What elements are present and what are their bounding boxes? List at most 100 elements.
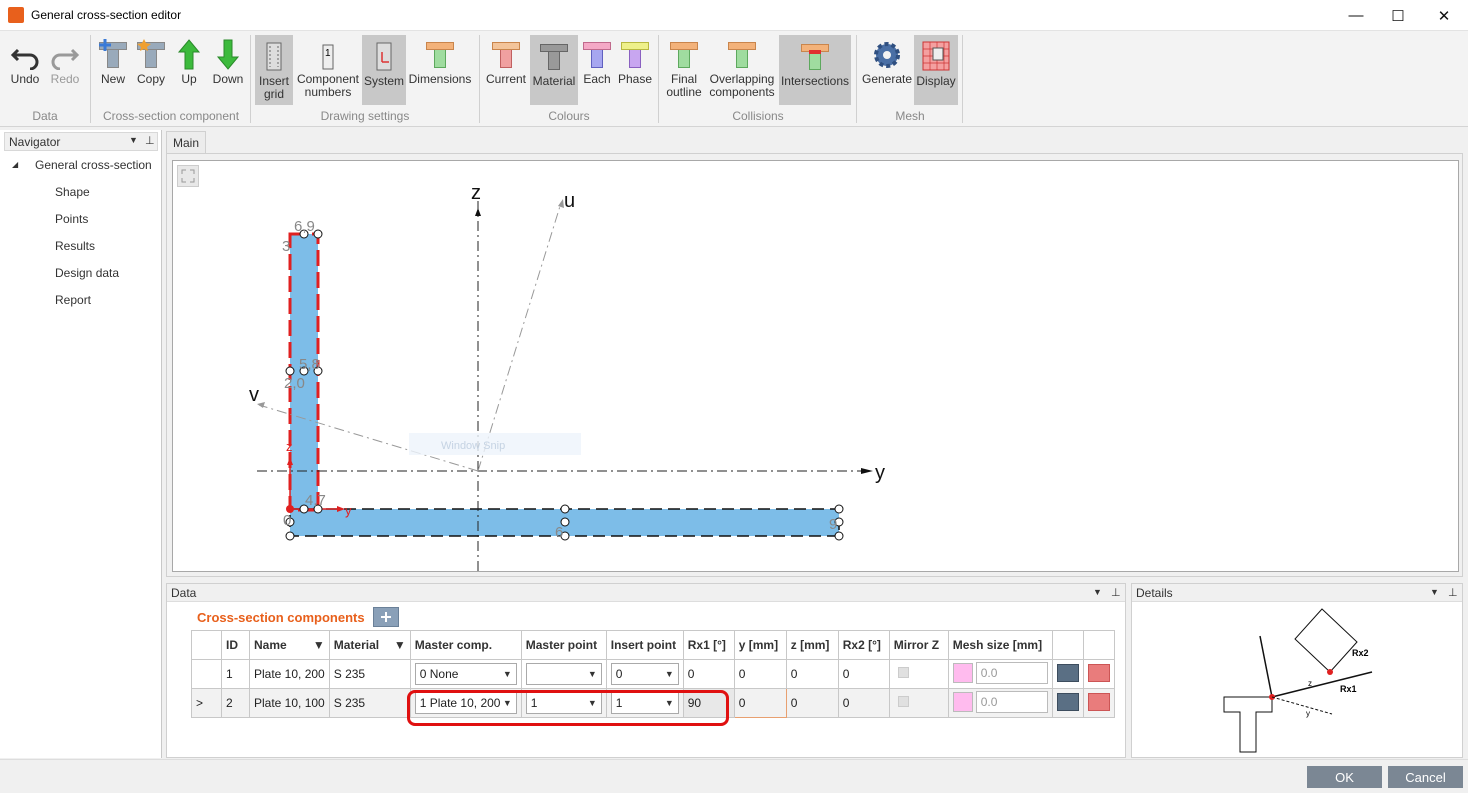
close-button[interactable]: ✕ [1421,0,1467,31]
master-comp-select[interactable]: 0 None ▼ [414,663,517,685]
insert-grid-button[interactable]: Insert grid [255,35,293,105]
cell-z[interactable]: 0 [785,659,839,689]
chevron-down-icon: ▼ [587,669,597,679]
colour-current-button[interactable]: Current [484,33,528,103]
system-button[interactable]: System [362,35,406,105]
colour-phase-button[interactable]: Phase [616,33,654,103]
col-y[interactable]: y [mm] [733,630,787,660]
down-button[interactable]: Down [210,33,246,103]
col-z[interactable]: z [mm] [785,630,839,660]
col-rx1[interactable]: Rx1 [°] [682,630,735,660]
mirror-z-checkbox[interactable] [897,667,909,678]
highlight-annotation [407,690,729,726]
cell-insert-point[interactable]: 0 ▼ [605,659,684,689]
edit-icon[interactable] [1056,692,1079,711]
cell-master-comp[interactable]: 0 None ▼ [409,659,522,689]
row-marker[interactable]: > [191,688,222,718]
mesh-size-input[interactable]: 0.0 [975,691,1048,713]
nav-item-general-cross-section[interactable]: General cross-section [35,158,152,172]
col-master-point[interactable]: Master point [520,630,607,660]
mirror-z-checkbox[interactable] [897,696,909,707]
colour-material-button[interactable]: Material [530,35,578,105]
cell-delete[interactable] [1082,688,1115,718]
insert-point-select[interactable]: 0 ▼ [610,663,679,685]
drawing-canvas[interactable]: Window Snip z y u v 6,9 3 5,8 2,0 4,7 0 … [172,160,1459,572]
cell-name[interactable]: Plate 10, 100 [249,688,330,718]
col-mirror-z[interactable]: Mirror Z [888,630,949,660]
new-button[interactable]: New [96,33,130,103]
cell-y[interactable]: 0 [733,688,787,718]
dropdown-icon[interactable]: ▼ [1093,587,1102,597]
edit-icon[interactable] [1056,663,1079,682]
mesh-grid-icon[interactable] [952,663,973,683]
cell-material[interactable]: S 235 [328,688,411,718]
component-numbers-button[interactable]: 1 Component numbers [296,33,360,103]
cell-mirror-z[interactable] [888,659,949,689]
col-id[interactable]: ID [221,630,250,660]
intersections-button[interactable]: Intersections [779,35,851,105]
cell-master-point[interactable]: ▼ [520,659,607,689]
col-material[interactable]: Material ▼ [328,630,411,660]
mesh-display-icon [921,40,951,72]
minimize-button[interactable]: — [1333,0,1379,31]
add-component-button[interactable] [373,607,399,627]
cell-mirror-z[interactable] [888,688,949,718]
final-outline-button[interactable]: Final outline [663,33,705,103]
mesh-grid-icon[interactable] [952,692,973,712]
pin-icon[interactable]: ⊥ [1111,586,1121,599]
row-marker[interactable] [191,659,222,689]
nav-item-design-data[interactable]: Design data [55,266,119,280]
cell-edit[interactable] [1051,688,1084,718]
nav-item-shape[interactable]: Shape [55,185,90,199]
filter-icon[interactable]: ▼ [313,638,325,652]
pin-icon[interactable]: ⊥ [145,134,155,147]
cell-mesh-size[interactable]: 0.0 [947,688,1053,718]
cell-delete[interactable] [1082,659,1115,689]
cell-mesh-size[interactable]: 0.0 [947,659,1053,689]
nav-item-report[interactable]: Report [55,293,91,307]
nav-item-points[interactable]: Points [55,212,88,226]
undo-button[interactable]: Undo [6,33,44,103]
cell-y[interactable]: 0 [733,659,787,689]
col-master-comp[interactable]: Master comp. [409,630,522,660]
cell-rx2[interactable]: 0 [837,659,890,689]
filter-icon[interactable]: ▼ [394,638,406,652]
copy-button[interactable]: Copy [134,33,168,103]
col-name[interactable]: Name ▼ [249,630,330,660]
generate-mesh-button[interactable]: Generate [862,33,912,103]
colour-phase-icon [620,38,650,70]
cancel-button[interactable]: Cancel [1388,766,1463,788]
dropdown-icon[interactable]: ▼ [129,135,138,145]
cell-rx2[interactable]: 0 [837,688,890,718]
tab-main[interactable]: Main [166,131,206,153]
dropdown-icon[interactable]: ▼ [1430,587,1439,597]
col-insert-point[interactable]: Insert point [605,630,684,660]
cell-z[interactable]: 0 [785,688,839,718]
delete-icon[interactable] [1087,663,1110,682]
overlapping-components-button[interactable]: Overlapping components [707,33,777,103]
cell-rx1[interactable]: 0 [682,659,735,689]
up-button[interactable]: Up [174,33,204,103]
group-label-mesh: Mesh [895,109,925,123]
table-row[interactable]: 1 Plate 10, 200 S 235 0 None ▼ ▼ 0 ▼ 0 0 0… [191,659,1115,689]
cell-id: 2 [221,688,250,718]
cell-material[interactable]: S 235 [328,659,411,689]
redo-button[interactable]: Redo [46,33,84,103]
colour-each-button[interactable]: Each [580,33,614,103]
collapse-arrow-icon[interactable]: ◢ [12,160,18,169]
cell-name[interactable]: Plate 10, 200 [249,659,330,689]
pin-icon[interactable]: ⊥ [1448,586,1458,599]
master-point-select[interactable]: ▼ [525,663,602,685]
delete-icon[interactable] [1087,692,1110,711]
mesh-size-input[interactable]: 0.0 [975,662,1048,684]
maximize-button[interactable]: ☐ [1375,0,1421,31]
dimensions-button[interactable]: Dimensions [408,33,472,103]
nav-item-results[interactable]: Results [55,239,95,253]
ok-button[interactable]: OK [1307,766,1382,788]
colour-current-icon [491,38,521,70]
cell-edit[interactable] [1051,659,1084,689]
display-mesh-button[interactable]: Display [914,35,958,105]
col-rx2[interactable]: Rx2 [°] [837,630,890,660]
point-label-5-8: 5,8 [299,356,320,373]
col-mesh-size[interactable]: Mesh size [mm] [947,630,1053,660]
